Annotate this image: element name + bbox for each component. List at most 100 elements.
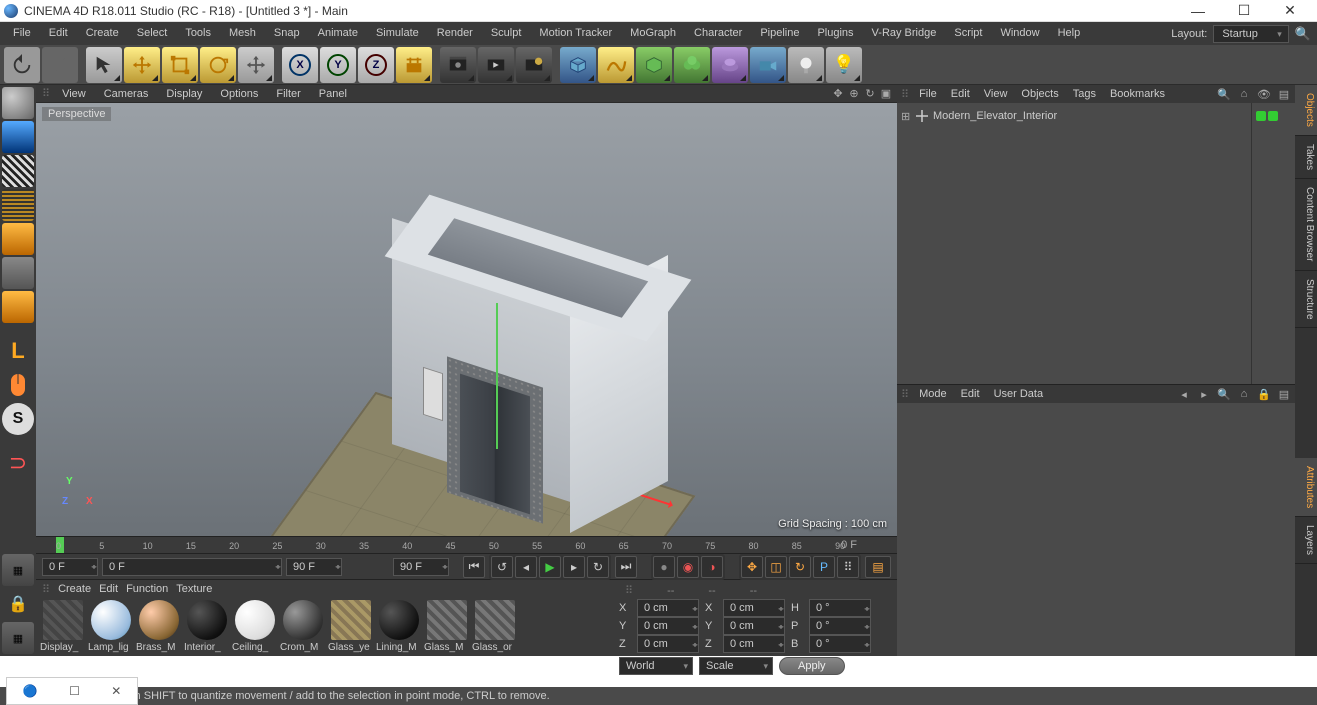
menu-create[interactable]: Create <box>77 22 128 45</box>
next-key-button[interactable]: ↻ <box>587 556 609 578</box>
add-scene[interactable]: 💡 <box>826 47 862 83</box>
timeline-ruler[interactable]: 051015202530354045505560657075808590 0 F <box>36 536 897 554</box>
coord-size-field[interactable]: 0 cm <box>723 599 785 617</box>
coord-apply-button[interactable]: Apply <box>779 657 845 675</box>
vtab-structure[interactable]: Structure <box>1295 271 1317 329</box>
render-tag[interactable] <box>1268 111 1278 121</box>
coordinate-system[interactable] <box>396 47 432 83</box>
coord-size-field[interactable]: 0 cm <box>723 617 785 635</box>
am-back-icon[interactable]: ◂ <box>1177 388 1191 401</box>
z-axis-lock[interactable]: Z <box>358 47 394 83</box>
material-swatch[interactable]: Lamp_lig <box>88 600 134 653</box>
am-new-icon[interactable]: ▤ <box>1277 388 1291 401</box>
render-settings[interactable] <box>516 47 552 83</box>
close-button[interactable]: ✕ <box>1267 0 1313 22</box>
om-menu-bookmarks[interactable]: Bookmarks <box>1106 88 1169 100</box>
redo-button[interactable] <box>42 47 78 83</box>
material-swatch[interactable]: Crom_M <box>280 600 326 653</box>
key-rot-button[interactable]: ↻ <box>789 556 811 578</box>
grip-icon[interactable]: ⠿ <box>901 388 909 401</box>
record-button[interactable]: ● <box>653 556 675 578</box>
viewport[interactable]: Perspective Grid Spacing : 100 cm YZX <box>36 103 897 536</box>
vp-menu-filter[interactable]: Filter <box>270 88 306 100</box>
maximize-button[interactable]: ☐ <box>1221 0 1267 22</box>
coord-rot-field[interactable]: 0 ° <box>809 617 871 635</box>
om-home-icon[interactable]: ⌂ <box>1237 88 1251 100</box>
prev-frame-button[interactable]: ◂ <box>515 556 537 578</box>
attribute-body[interactable] <box>897 403 1295 656</box>
play-button[interactable]: ▶ <box>539 556 561 578</box>
am-menu-edit[interactable]: Edit <box>957 388 984 400</box>
object-tree[interactable]: ⊞ Modern_Elevator_Interior <box>897 103 1251 384</box>
coord-system-dropdown[interactable]: World <box>619 657 693 675</box>
last-tool[interactable] <box>238 47 274 83</box>
visibility-tag[interactable] <box>1256 111 1266 121</box>
am-fwd-icon[interactable]: ▸ <box>1197 388 1211 401</box>
menu-sculpt[interactable]: Sculpt <box>482 22 531 45</box>
coord-pos-field[interactable]: 0 cm <box>637 635 699 653</box>
menu-snap[interactable]: Snap <box>265 22 309 45</box>
add-deformer[interactable] <box>674 47 710 83</box>
menu-plugins[interactable]: Plugins <box>808 22 862 45</box>
undo-button[interactable] <box>4 47 40 83</box>
lock-icon[interactable]: 🔒 <box>2 588 34 620</box>
menu-animate[interactable]: Animate <box>309 22 367 45</box>
menu-select[interactable]: Select <box>128 22 177 45</box>
om-eye-icon[interactable]: 👁 <box>1257 88 1271 101</box>
frame-start-field[interactable]: 0 F <box>42 558 98 576</box>
menu-motiontracker[interactable]: Motion Tracker <box>530 22 621 45</box>
search-icon[interactable]: 🔍 <box>1295 26 1311 42</box>
om-menu-view[interactable]: View <box>980 88 1012 100</box>
snap-toggle[interactable]: ⊃ <box>2 447 34 479</box>
timeline-open-button[interactable]: ▤ <box>865 556 891 578</box>
object-name[interactable]: Modern_Elevator_Interior <box>933 110 1057 122</box>
overlay-window[interactable]: 🔵 ☐ ✕ <box>6 677 138 705</box>
keyframe-sel-button[interactable]: ◑ <box>701 556 723 578</box>
om-menu-file[interactable]: File <box>915 88 941 100</box>
frame-end-field[interactable]: 90 F <box>393 558 449 576</box>
model-mode[interactable] <box>2 121 34 153</box>
material-swatch[interactable]: Glass_ye <box>328 600 374 653</box>
om-filter-icon[interactable]: ▤ <box>1277 88 1291 101</box>
menu-window[interactable]: Window <box>991 22 1048 45</box>
vp-rotate-icon[interactable]: ↻ <box>863 87 877 101</box>
key-pos-button[interactable]: ✥ <box>741 556 763 578</box>
autokey-button[interactable]: ◉ <box>677 556 699 578</box>
object-row[interactable]: ⊞ Modern_Elevator_Interior <box>901 107 1247 125</box>
overlay-close-icon[interactable]: ✕ <box>111 684 121 698</box>
grip-icon[interactable]: ⠿ <box>42 87 50 100</box>
live-selection-tool[interactable] <box>86 47 122 83</box>
add-cube[interactable] <box>560 47 596 83</box>
expand-icon[interactable]: ⊞ <box>901 110 911 123</box>
menu-pipeline[interactable]: Pipeline <box>751 22 808 45</box>
vp-layout-icon[interactable]: ▣ <box>879 87 893 101</box>
grip-icon[interactable]: ⠿ <box>625 584 633 597</box>
am-lock-icon[interactable]: 🔒 <box>1257 388 1271 401</box>
om-search-icon[interactable]: 🔍 <box>1217 88 1231 101</box>
coord-pos-field[interactable]: 0 cm <box>637 599 699 617</box>
tweak-mode[interactable] <box>2 369 34 401</box>
menu-edit[interactable]: Edit <box>40 22 77 45</box>
coord-rot-field[interactable]: 0 ° <box>809 599 871 617</box>
coord-size-field[interactable]: 0 cm <box>723 635 785 653</box>
move-tool[interactable] <box>124 47 160 83</box>
mat-menu-texture[interactable]: Texture <box>176 583 212 595</box>
rotate-tool[interactable] <box>200 47 236 83</box>
am-menu-userdata[interactable]: User Data <box>990 388 1048 400</box>
menu-vray[interactable]: V-Ray Bridge <box>863 22 946 45</box>
make-editable[interactable] <box>2 87 34 119</box>
vp-menu-options[interactable]: Options <box>214 88 264 100</box>
material-swatch[interactable]: Display_ <box>40 600 86 653</box>
coord-scale-dropdown[interactable]: Scale <box>699 657 773 675</box>
am-menu-mode[interactable]: Mode <box>915 388 951 400</box>
vp-menu-view[interactable]: View <box>56 88 92 100</box>
vp-menu-display[interactable]: Display <box>160 88 208 100</box>
menu-script[interactable]: Script <box>945 22 991 45</box>
y-axis-lock[interactable]: Y <box>320 47 356 83</box>
menu-file[interactable]: File <box>4 22 40 45</box>
vp-menu-cameras[interactable]: Cameras <box>98 88 155 100</box>
vtab-attributes[interactable]: Attributes <box>1295 458 1317 517</box>
goto-start-button[interactable]: ⏮ <box>463 556 485 578</box>
key-pla-button[interactable]: ⠿ <box>837 556 859 578</box>
key-scale-button[interactable]: ◫ <box>765 556 787 578</box>
